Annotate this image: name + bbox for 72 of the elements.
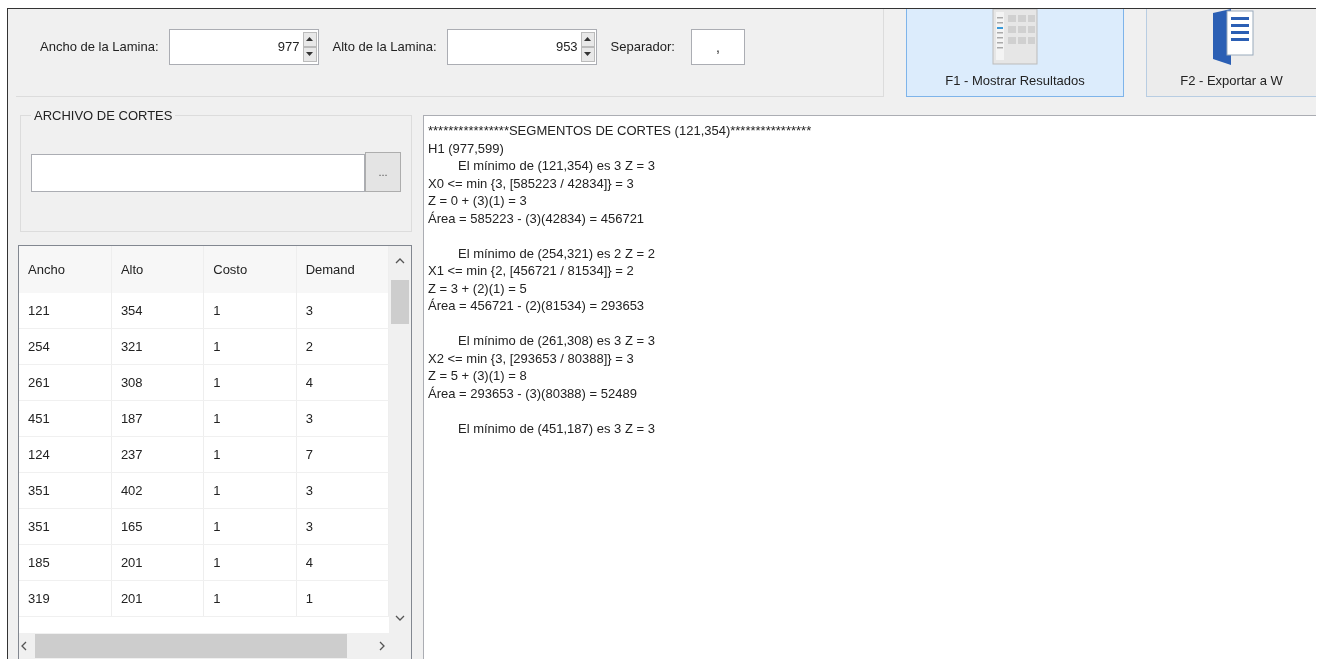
table-cell: 185 bbox=[19, 544, 112, 581]
output-line: Z = 5 + (3)(1) = 8 bbox=[428, 367, 528, 385]
table-cell: 165 bbox=[111, 508, 204, 545]
table-cell: 3 bbox=[296, 508, 389, 545]
output-line: Z = 3 + (2)(1) = 5 bbox=[428, 279, 528, 297]
table-cell: 201 bbox=[111, 544, 204, 581]
toolbar-button[interactable]: F2 - Exportar a W bbox=[1146, 9, 1316, 97]
table-cell: 3 bbox=[296, 472, 389, 509]
table-cell: 354 bbox=[111, 293, 204, 329]
toolbar-button[interactable]: F1 - Mostrar Resultados bbox=[906, 9, 1124, 97]
scrollbar-thumb[interactable] bbox=[391, 280, 409, 324]
output-line: Área = 456721 - (2)(81534) = 293653 bbox=[428, 297, 646, 315]
table-cell: 261 bbox=[19, 364, 112, 401]
table-cell: 124 bbox=[19, 436, 112, 473]
group-title: ARCHIVO DE CORTES bbox=[31, 108, 176, 123]
table-cell: 1 bbox=[203, 472, 297, 509]
table-cell: 308 bbox=[111, 364, 204, 401]
output-line: Z = 0 + (3)(1) = 3 bbox=[428, 192, 528, 210]
table-cell: 1 bbox=[203, 544, 297, 581]
output-line: X0 <= min {3, [585223 / 42834]} = 3 bbox=[428, 174, 635, 192]
field-label: Ancho de la Lamina: bbox=[40, 39, 159, 54]
table-cell: 1 bbox=[203, 328, 297, 365]
table-cell: 254 bbox=[19, 328, 112, 365]
table-cell: 3 bbox=[296, 400, 389, 437]
vertical-scrollbar[interactable] bbox=[389, 246, 411, 633]
field-label: Alto de la Lamina: bbox=[332, 39, 437, 54]
column-header[interactable]: Demand bbox=[296, 246, 389, 293]
column-header[interactable]: Alto bbox=[111, 246, 204, 293]
table-cell: 7 bbox=[296, 436, 389, 473]
scroll-up-icon bbox=[395, 256, 405, 266]
output-line: El mínimo de (261,308) es 3 Z = 3 bbox=[457, 332, 656, 350]
output-line: Área = 585223 - (3)(42834) = 456721 bbox=[428, 209, 646, 227]
table-cell: 319 bbox=[19, 580, 112, 617]
column-header[interactable]: Ancho bbox=[19, 246, 112, 293]
output-line: ****************SEGMENTOS DE CORTES (121,354)**************** bbox=[428, 122, 813, 140]
table-cell: 1 bbox=[203, 580, 297, 617]
table-cell: 201 bbox=[111, 580, 204, 617]
horizontal-scrollbar[interactable] bbox=[19, 633, 411, 659]
table-cell: 237 bbox=[111, 436, 204, 473]
table-cell: 187 bbox=[111, 400, 204, 437]
output-line: X1 <= min {2, [456721 / 81534]} = 2 bbox=[428, 262, 635, 280]
output-line: El mínimo de (121,354) es 3 Z = 3 bbox=[457, 157, 656, 175]
table-cell: 451 bbox=[19, 400, 112, 437]
column-header[interactable]: Costo bbox=[203, 246, 297, 293]
output-line: El mínimo de (451,187) es 3 Z = 3 bbox=[457, 419, 656, 437]
browse-button[interactable]: ... bbox=[365, 152, 401, 192]
separator-field[interactable]: , bbox=[690, 28, 745, 65]
scroll-down-icon bbox=[395, 613, 405, 623]
table-cell: 4 bbox=[296, 364, 389, 401]
table-cell: 1 bbox=[203, 364, 297, 401]
output-line: Área = 293653 - (3)(80388) = 52489 bbox=[428, 384, 638, 402]
table-cell: 3 bbox=[296, 293, 389, 329]
table-cell: 1 bbox=[296, 580, 389, 617]
table-cell: 4 bbox=[296, 544, 389, 581]
table-cell: 1 bbox=[203, 508, 297, 545]
table-cell: 402 bbox=[111, 472, 204, 509]
field-label: Separador: bbox=[610, 39, 675, 54]
output-line: El mínimo de (254,321) es 2 Z = 2 bbox=[457, 244, 656, 262]
table-cell: 321 bbox=[111, 328, 204, 365]
table-cell: 121 bbox=[19, 293, 112, 329]
table-cell: 1 bbox=[203, 400, 297, 437]
table-cell: 2 bbox=[296, 328, 389, 365]
scroll-left-icon bbox=[19, 641, 29, 651]
scroll-right-icon bbox=[377, 641, 387, 651]
scrollbar-thumb[interactable] bbox=[35, 634, 347, 658]
table-cell: 351 bbox=[19, 508, 112, 545]
output-line: X2 <= min {3, [293653 / 80388]} = 3 bbox=[428, 349, 635, 367]
table-cell: 1 bbox=[203, 436, 297, 473]
output-line: H1 (977,599) bbox=[428, 139, 505, 157]
table-cell: 351 bbox=[19, 472, 112, 509]
table-cell: 1 bbox=[203, 293, 297, 329]
file-path-field[interactable] bbox=[31, 154, 365, 192]
